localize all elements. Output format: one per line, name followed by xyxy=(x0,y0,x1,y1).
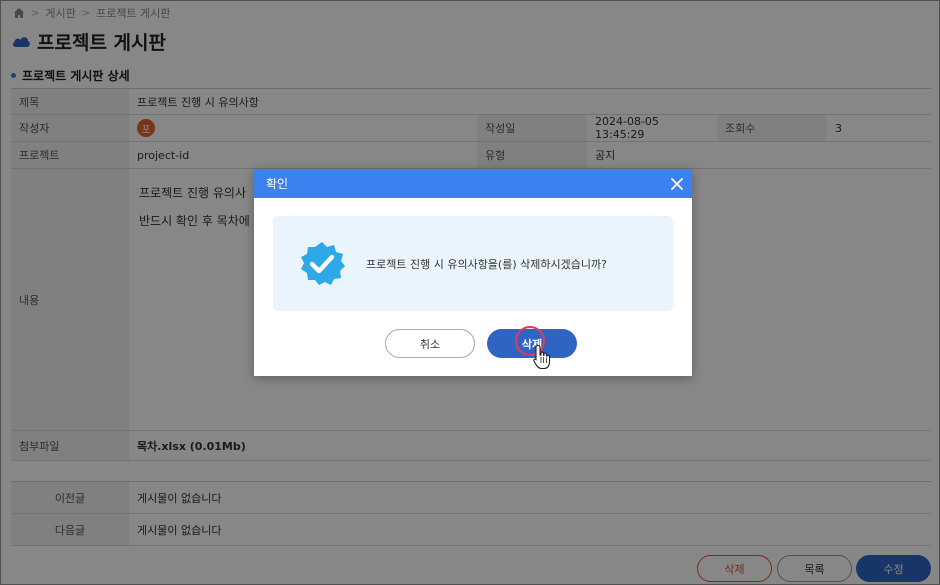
confirm-dialog: 확인 프로젝트 진행 시 유의사항을(를) 삭제하시겠습니까? 취소 삭제 xyxy=(254,169,692,376)
dialog-message: 프로젝트 진행 시 유의사항을(를) 삭제하시겠습니까? xyxy=(366,257,607,271)
dialog-title: 확인 xyxy=(266,177,289,191)
dialog-header: 확인 xyxy=(254,169,692,198)
cancel-button[interactable]: 취소 xyxy=(385,329,475,358)
verified-badge-icon xyxy=(301,241,345,285)
hand-cursor-icon xyxy=(533,344,551,370)
dialog-message-box: 프로젝트 진행 시 유의사항을(를) 삭제하시겠습니까? xyxy=(273,216,673,311)
close-icon[interactable] xyxy=(670,177,684,191)
